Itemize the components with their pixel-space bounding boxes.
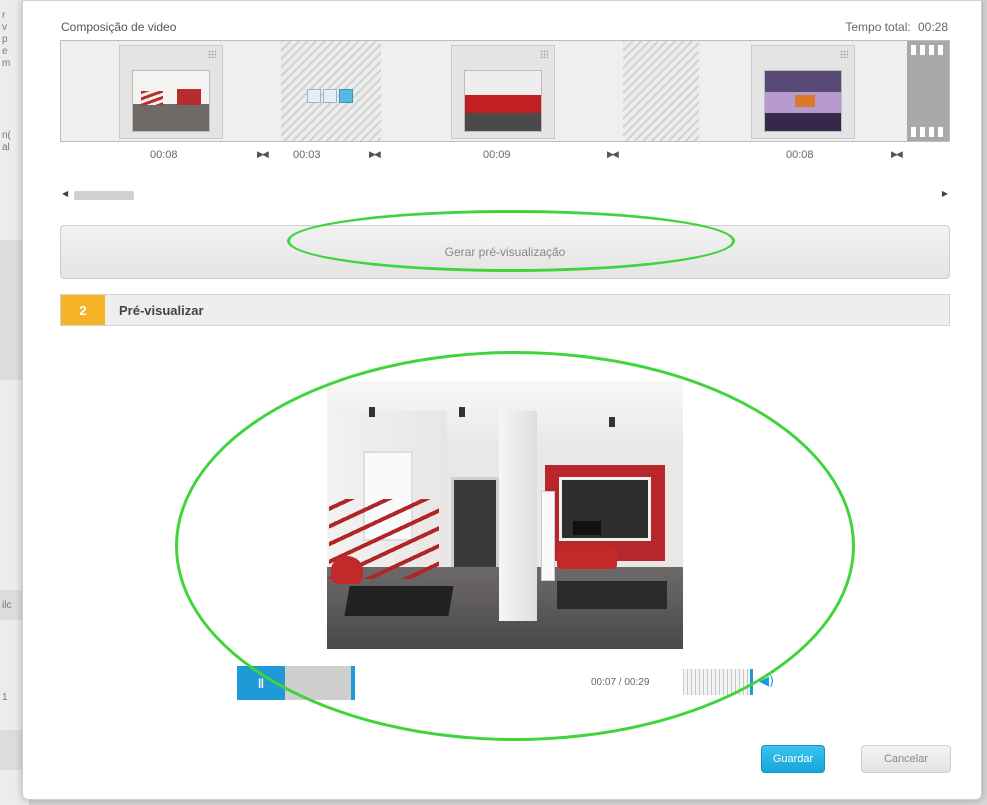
total-time: Tempo total: 00:28	[845, 20, 948, 34]
preview-scene	[499, 411, 537, 621]
video-timeline	[60, 40, 950, 142]
preview-scene	[609, 417, 615, 427]
background-text: 1	[2, 692, 8, 703]
scroll-left-icon[interactable]: ◀	[62, 189, 68, 198]
preview-scene	[331, 556, 363, 584]
progress-handle[interactable]	[351, 666, 355, 700]
video-preview[interactable]	[327, 381, 683, 649]
step-title: Pré-visualizar	[119, 303, 204, 318]
clip-duration: 00:08	[150, 149, 178, 161]
film-holes	[911, 127, 947, 137]
step-header: 2 Pré-visualizar	[60, 294, 950, 326]
preview-scene	[451, 477, 499, 581]
volume-slider[interactable]	[683, 669, 753, 695]
preview-scene	[459, 407, 465, 417]
drag-grip-icon[interactable]	[540, 50, 548, 58]
scroll-right-icon[interactable]: ▶	[942, 189, 948, 198]
preview-scene	[573, 521, 601, 535]
volume-handle[interactable]	[750, 669, 753, 695]
timeline-transition[interactable]	[281, 41, 381, 141]
background-text: r	[2, 10, 6, 21]
preview-scene	[557, 581, 667, 609]
video-editor-dialog: Composição de video Tempo total: 00:28 0…	[22, 0, 982, 800]
background-text: v	[2, 22, 7, 33]
background-text: ilc	[2, 600, 12, 611]
time-readout: 00:07 / 00:29	[591, 677, 650, 688]
drag-grip-icon[interactable]	[840, 50, 848, 58]
preview-scene	[557, 545, 617, 569]
bowtie-icon[interactable]: ▶◀	[257, 150, 269, 160]
transition-option-icon	[307, 89, 321, 103]
preview-scene	[344, 586, 454, 616]
film-strip-end	[907, 41, 949, 141]
transition-style-icon[interactable]	[307, 89, 357, 105]
preview-scene	[541, 491, 555, 581]
timeline-scrollbar[interactable]: ◀ ▶	[60, 189, 950, 201]
background-text: m	[2, 58, 11, 69]
drag-grip-icon[interactable]	[208, 50, 216, 58]
total-time-value: 00:28	[917, 20, 948, 34]
progress-bar[interactable]	[285, 666, 355, 700]
timeline-clip[interactable]	[751, 45, 855, 139]
bowtie-icon[interactable]: ▶◀	[369, 150, 381, 160]
timeline-clip[interactable]	[451, 45, 555, 139]
save-button[interactable]: Guardar	[761, 745, 825, 773]
clip-durations: 00:08 00:03 00:09 00:08	[23, 149, 981, 163]
transition-option-icon	[323, 89, 337, 103]
generate-preview-button[interactable]: Gerar pré-visualização	[60, 225, 950, 279]
timeline-transition[interactable]	[623, 41, 699, 141]
clip-thumbnail	[132, 70, 210, 132]
transition-option-selected-icon	[339, 89, 353, 103]
clip-thumbnail	[464, 70, 542, 132]
background-text: n(	[2, 130, 11, 141]
background-text: p	[2, 34, 8, 45]
clip-duration: 00:09	[483, 149, 511, 161]
composition-title: Composição de video	[61, 20, 177, 34]
background-text: al	[2, 142, 10, 153]
total-time-label: Tempo total:	[845, 20, 911, 34]
background-text: e	[2, 46, 8, 57]
timeline-clip[interactable]	[119, 45, 223, 139]
bowtie-icon[interactable]: ▶◀	[607, 150, 619, 160]
pause-button[interactable]: ‖	[237, 666, 285, 700]
film-holes	[911, 45, 947, 55]
clip-duration: 00:08	[786, 149, 814, 161]
speaker-icon[interactable]: ◀)	[759, 674, 774, 692]
transition-duration: 00:03	[293, 149, 321, 161]
video-player-controls: ‖ 00:07 / 00:29 ◀)	[237, 666, 807, 700]
scrollbar-thumb[interactable]	[74, 191, 134, 200]
preview-scene	[369, 407, 375, 417]
bowtie-icon[interactable]: ▶◀	[891, 150, 903, 160]
step-number-badge: 2	[61, 295, 105, 325]
clip-thumbnail	[764, 70, 842, 132]
cancel-button[interactable]: Cancelar	[861, 745, 951, 773]
